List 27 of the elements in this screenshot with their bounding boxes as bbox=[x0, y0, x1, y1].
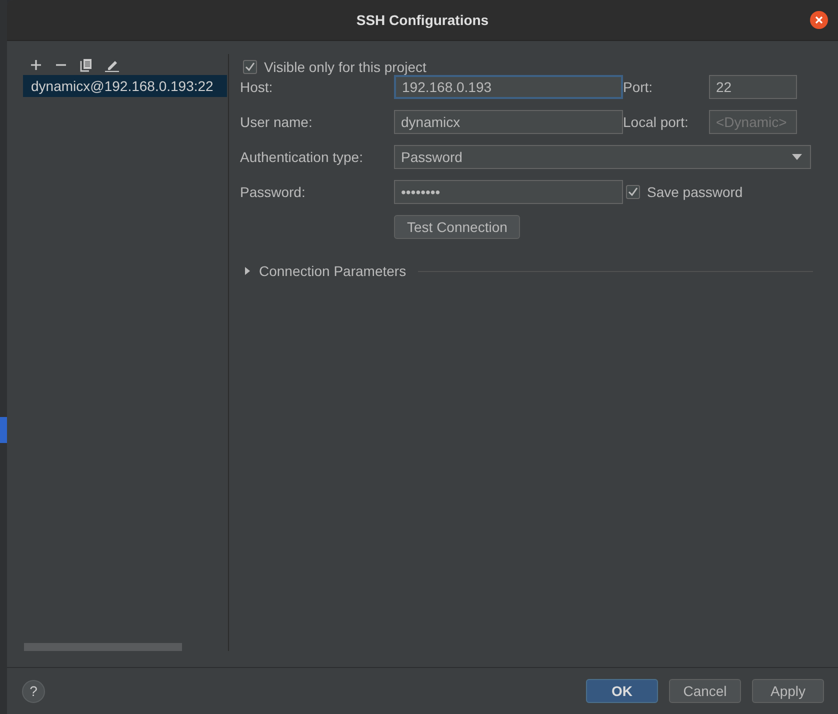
password-field[interactable]: •••••••• bbox=[394, 180, 623, 204]
configuration-item[interactable]: dynamicx@192.168.0.193:22 bbox=[23, 75, 227, 97]
checkbox[interactable] bbox=[243, 60, 257, 74]
expand-arrow-icon[interactable] bbox=[245, 266, 251, 276]
help-button[interactable]: ? bbox=[22, 680, 45, 702]
user-name-field[interactable]: dynamicx bbox=[394, 110, 623, 134]
checkbox[interactable] bbox=[626, 185, 640, 199]
checkbox-label: Visible only for this project bbox=[264, 59, 426, 75]
authentication-type-dropdown[interactable]: Password bbox=[394, 145, 811, 169]
add-icon[interactable] bbox=[30, 58, 42, 70]
test-connection-button[interactable]: Test Connection bbox=[394, 215, 520, 239]
copy-icon[interactable] bbox=[80, 58, 92, 72]
password-label: Password: bbox=[240, 184, 306, 200]
host-field[interactable]: 192.168.0.193 bbox=[394, 75, 623, 99]
dialog-button[interactable]: Cancel bbox=[669, 679, 741, 703]
checkbox-label: Save password bbox=[647, 184, 743, 200]
authentication-type-label: Authentication type: bbox=[240, 149, 364, 165]
section-title[interactable]: Connection Parameters bbox=[259, 263, 406, 279]
port-field[interactable]: 22 bbox=[709, 75, 797, 99]
close-icon[interactable] bbox=[810, 11, 828, 29]
user-name-label: User name: bbox=[240, 114, 314, 130]
window-title: SSH Configurations bbox=[356, 12, 489, 28]
host-label: Host: bbox=[240, 79, 274, 95]
dialog-button[interactable]: OK bbox=[586, 679, 658, 703]
scrollbar-thumb[interactable] bbox=[24, 643, 182, 651]
dropdown-arrow-icon bbox=[792, 154, 802, 160]
dialog-button[interactable]: Apply bbox=[752, 679, 824, 703]
